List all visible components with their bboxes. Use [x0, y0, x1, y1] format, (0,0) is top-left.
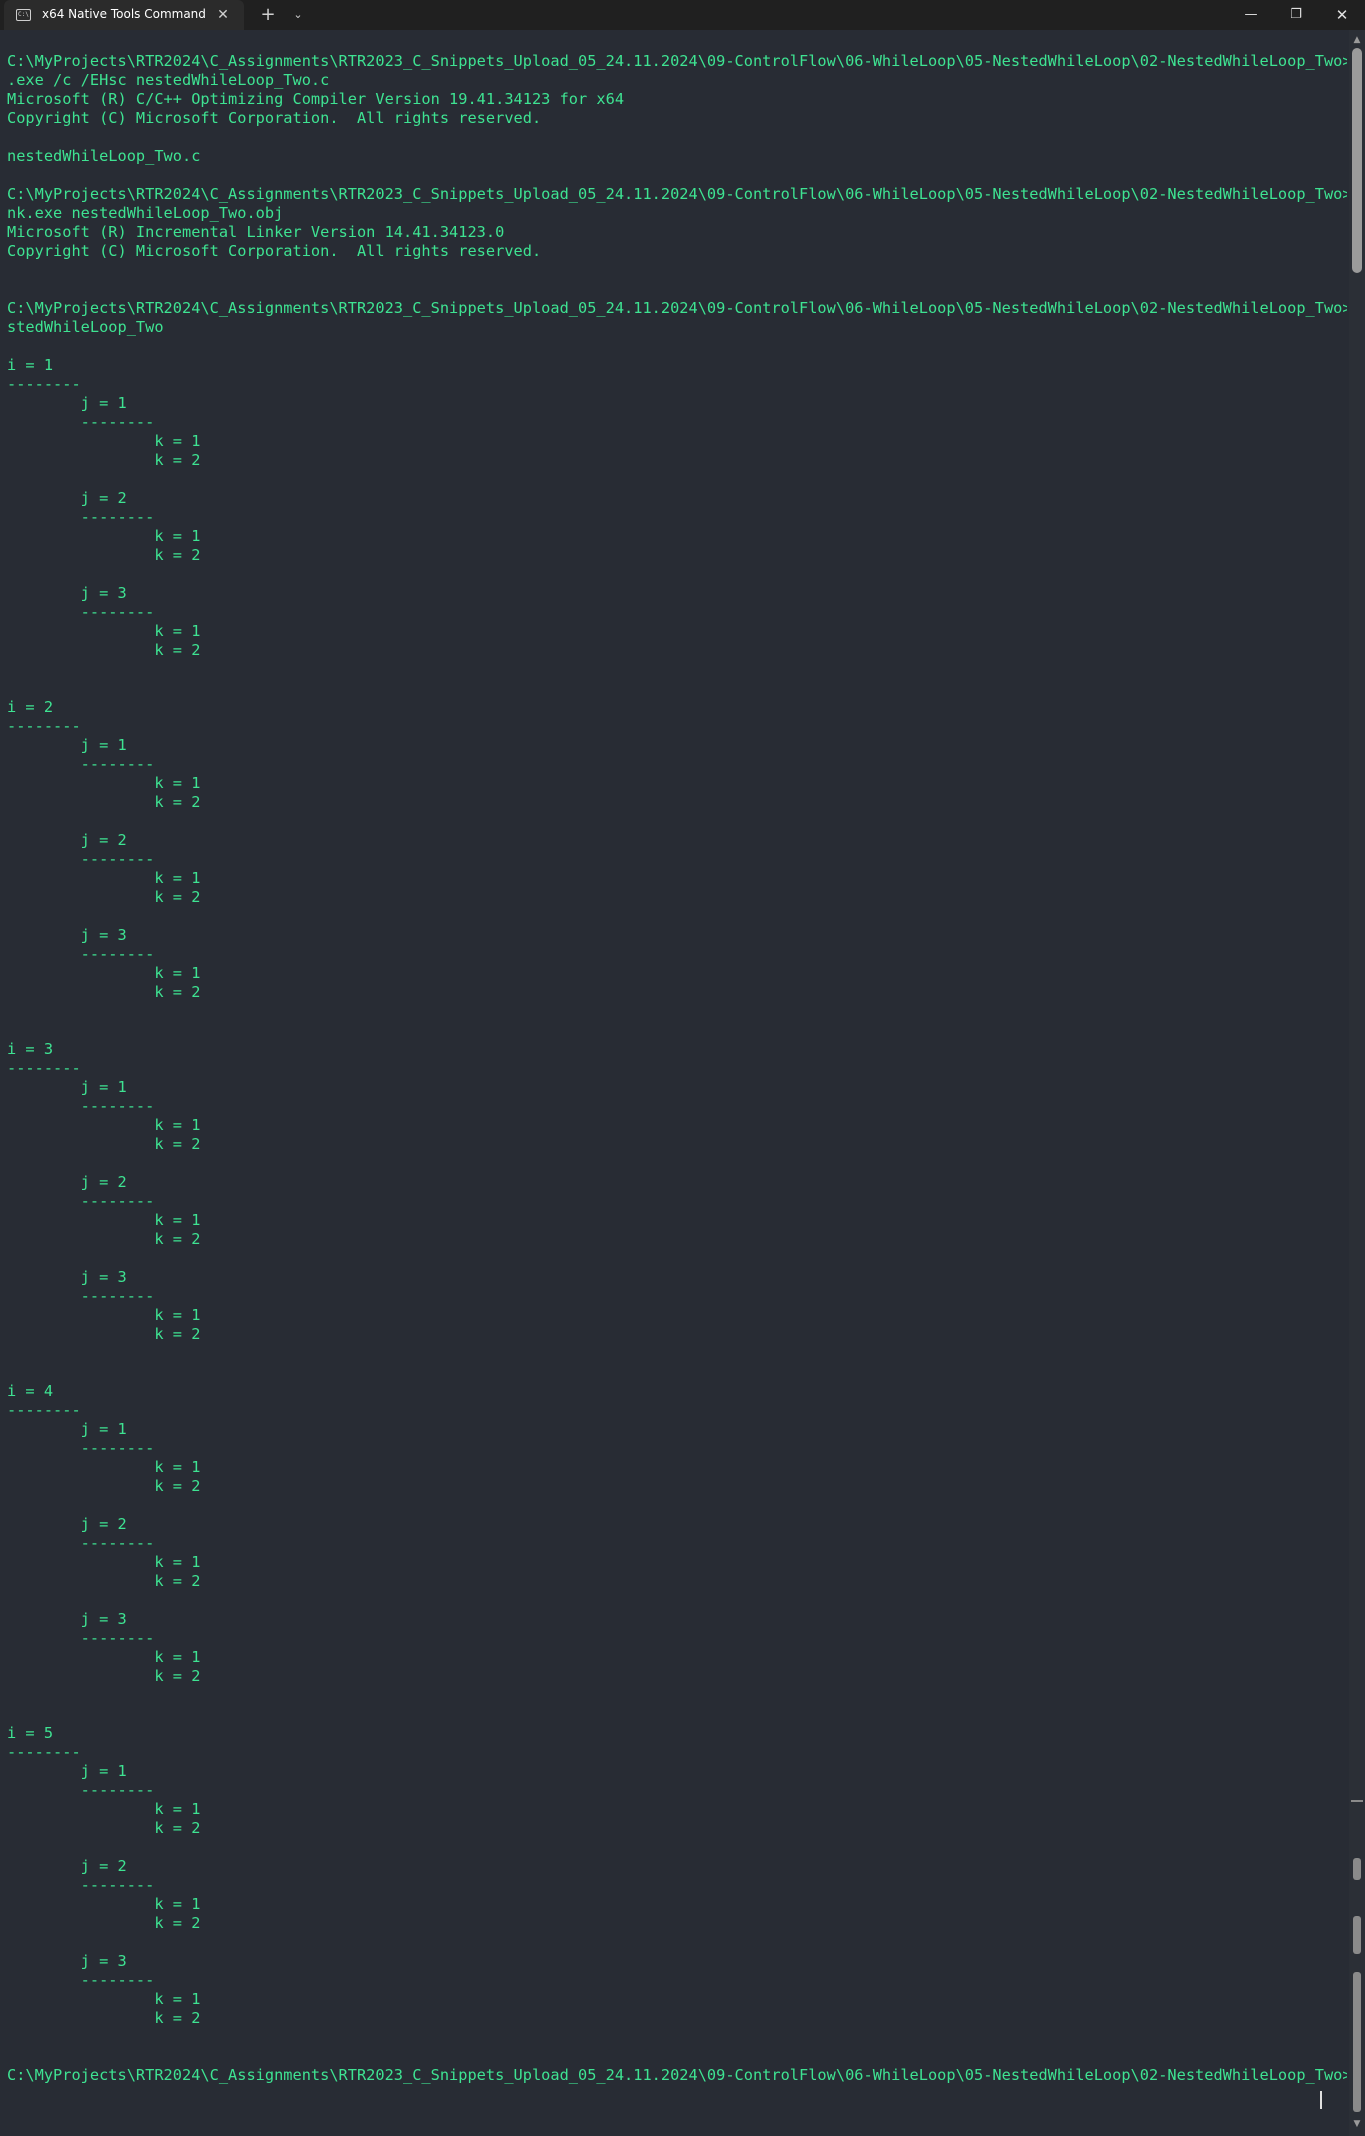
scrollbar-mark — [1353, 1972, 1361, 2112]
minimize-button[interactable]: — — [1228, 0, 1274, 30]
maximize-button[interactable]: ❐ — [1273, 0, 1319, 30]
close-window-button[interactable]: ✕ — [1319, 0, 1365, 30]
terminal-icon: C:\ — [16, 9, 31, 21]
new-tab-button[interactable]: + — [256, 3, 280, 27]
chevron-down-icon[interactable]: ⌄ — [286, 3, 310, 27]
vertical-scrollbar[interactable] — [1349, 30, 1365, 2136]
close-tab-icon[interactable]: ✕ — [212, 4, 234, 26]
scrollbar-thumb[interactable] — [1352, 48, 1362, 273]
scroll-down-icon[interactable]: ▼ — [1352, 2119, 1362, 2129]
text-cursor — [1320, 2091, 1322, 2109]
scrollbar-mark — [1353, 1858, 1361, 1880]
scrollbar-mark — [1351, 1800, 1363, 1802]
tab-title: x64 Native Tools Command Prompt for VS 2… — [42, 7, 210, 21]
tab-command-prompt[interactable]: C:\ x64 Native Tools Command Prompt for … — [4, 0, 244, 30]
title-bar: C:\ x64 Native Tools Command Prompt for … — [0, 0, 1365, 30]
console-output[interactable]: C:\MyProjects\RTR2024\C_Assignments\RTR2… — [7, 52, 1347, 2122]
scroll-up-icon[interactable]: ▲ — [1352, 35, 1362, 45]
scrollbar-mark — [1353, 1916, 1361, 1954]
